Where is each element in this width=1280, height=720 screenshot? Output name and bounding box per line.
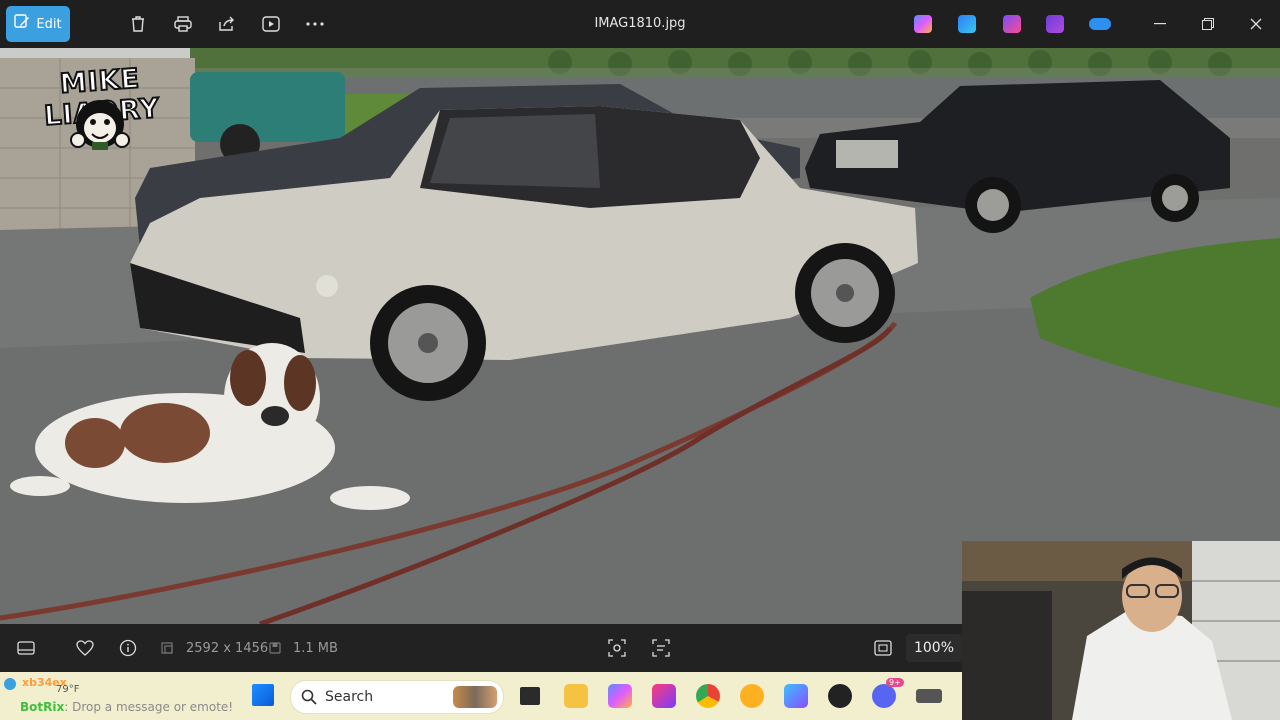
- video-editor-icon[interactable]: [1046, 15, 1064, 33]
- gem-app-icon[interactable]: [784, 684, 808, 708]
- stream-icon[interactable]: [916, 689, 942, 703]
- obs-icon[interactable]: [828, 684, 852, 708]
- title-bar: Edit IMAG1810.jpg: [0, 0, 1280, 48]
- discord-badge: 9+: [886, 678, 904, 687]
- chat-user-avatar: [4, 678, 16, 690]
- file-size: 1.1 MB: [293, 640, 338, 656]
- chat-prompt: Drop a message or emote!: [72, 700, 234, 714]
- copilot-icon[interactable]: [608, 684, 632, 708]
- logo-mascot: [70, 100, 130, 150]
- text-scan-icon[interactable]: [652, 638, 670, 658]
- stream-chat-overlay: xb34ex 79°F BotRix: Drop a message or em…: [4, 674, 374, 718]
- copilot-icon[interactable]: [914, 15, 932, 33]
- chat-temperature: 79°F: [56, 684, 80, 695]
- chat-input-line: BotRix: Drop a message or emote!: [20, 700, 234, 714]
- image-dimensions: 2592 x 1456: [186, 640, 269, 656]
- webcam-overlay: [962, 541, 1280, 720]
- file-explorer-icon[interactable]: [564, 684, 588, 708]
- chrome-icon[interactable]: [696, 684, 720, 708]
- search-highlight-icon: [453, 686, 497, 708]
- file-name-title: IMAG1810.jpg: [594, 16, 686, 31]
- photo-view[interactable]: MIKE LIAORY: [0, 48, 1280, 624]
- filmstrip-icon[interactable]: [17, 638, 35, 658]
- discord-icon[interactable]: 9+: [872, 678, 904, 708]
- zoom-level[interactable]: 100%: [906, 634, 962, 662]
- channel-logo: MIKE LIAORY: [30, 62, 172, 152]
- favorite-icon[interactable]: [76, 638, 94, 658]
- designer-icon[interactable]: [958, 15, 976, 33]
- file-size-icon: [268, 638, 282, 658]
- restore-icon[interactable]: [1196, 12, 1220, 36]
- webcam-image: [962, 541, 1280, 720]
- info-icon[interactable]: [119, 638, 137, 658]
- clipchamp-icon[interactable]: [1003, 15, 1021, 33]
- close-icon[interactable]: [1244, 12, 1268, 36]
- chat-bot-name: BotRix: [20, 700, 65, 714]
- sun-app-icon[interactable]: [740, 684, 764, 708]
- task-view-icon[interactable]: [520, 687, 540, 705]
- dimensions-icon: [160, 638, 174, 658]
- minimize-icon[interactable]: [1148, 12, 1172, 36]
- visual-search-icon[interactable]: [608, 638, 626, 658]
- onedrive-icon[interactable]: [1089, 18, 1111, 30]
- photo-image: [0, 48, 1280, 624]
- picsart-icon[interactable]: [652, 684, 676, 708]
- fit-to-window-icon[interactable]: [874, 638, 892, 658]
